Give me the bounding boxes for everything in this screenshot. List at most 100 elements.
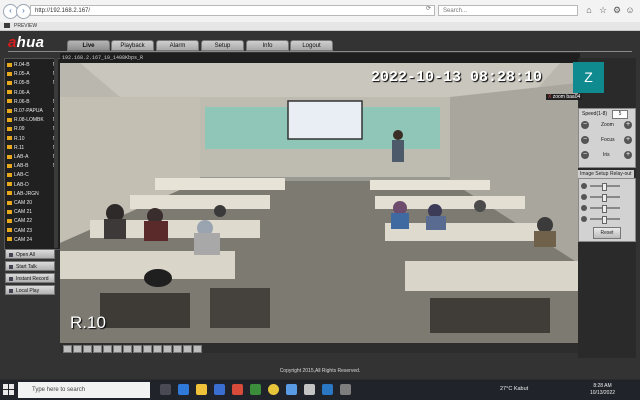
focus-near-icon[interactable]: − <box>581 136 589 144</box>
zoom-in-icon[interactable]: + <box>624 121 632 129</box>
video-tool-icon[interactable] <box>173 345 182 353</box>
tab-info[interactable]: Info <box>246 40 289 51</box>
refresh-icon[interactable]: ⟳ <box>426 5 431 12</box>
camera-list-item[interactable]: LAB-D <box>7 181 59 190</box>
mail-icon[interactable] <box>214 384 225 395</box>
forward-icon[interactable]: › <box>16 4 31 19</box>
tab-image-setup[interactable]: Image Setup <box>580 170 608 178</box>
speed-select[interactable]: 5 <box>612 110 628 119</box>
windows-start-icon[interactable] <box>3 384 14 395</box>
video-tool-icon[interactable] <box>63 345 72 353</box>
zoom-close-icon[interactable]: X <box>548 94 551 100</box>
camera-list-item[interactable]: R.05-BM <box>7 79 59 88</box>
camera-list-item[interactable]: LAB-BM <box>7 162 59 171</box>
start-talk-button[interactable]: Start Talk <box>5 261 55 271</box>
hue-slider[interactable] <box>590 216 620 224</box>
camera-list-item[interactable]: R.07-PAPUAM <box>7 107 59 116</box>
weather-widget[interactable]: 27°C Kabut <box>500 386 528 392</box>
camera-list-item[interactable]: R.06-BM <box>7 98 59 107</box>
video-tool-icon[interactable] <box>133 345 142 353</box>
focus-far-icon[interactable]: + <box>624 136 632 144</box>
zoom-avatar-tile[interactable]: Z <box>573 62 604 93</box>
camera-list-item[interactable]: R.10M <box>7 135 59 144</box>
slider-knob[interactable] <box>602 205 608 213</box>
tab-strip <box>0 22 640 31</box>
home-icon[interactable]: ⌂ <box>583 3 595 17</box>
office-icon[interactable] <box>232 384 243 395</box>
edge-icon[interactable] <box>178 384 189 395</box>
video-stream-info: 192.168.2.167_10_1408Kbps_R <box>60 53 580 63</box>
video-tool-icon[interactable] <box>163 345 172 353</box>
camera-list-item[interactable]: R.04-BM <box>7 61 59 70</box>
camera-name: R.11 <box>14 144 25 151</box>
zoom-out-icon[interactable]: − <box>581 121 589 129</box>
iris-open-icon[interactable]: + <box>624 151 632 159</box>
tab-alarm[interactable]: Alarm <box>156 40 199 51</box>
focus-label: Focus <box>601 137 615 143</box>
camera-name: R.10 <box>14 135 25 142</box>
camera-icon <box>7 99 12 104</box>
camera-list-item[interactable]: CAM 24 <box>7 236 59 245</box>
camera-list-item[interactable]: R.09M <box>7 125 59 134</box>
tab-live[interactable]: Live <box>67 40 110 51</box>
camera-list-item[interactable]: R.05-AM <box>7 70 59 79</box>
internet-explorer-icon[interactable] <box>286 384 297 395</box>
video-tool-icon[interactable] <box>93 345 102 353</box>
video-tool-icon[interactable] <box>123 345 132 353</box>
address-bar[interactable]: http://192.168.2.167/ <box>30 5 435 16</box>
settings-gear-icon[interactable]: ⚙ <box>611 3 623 17</box>
contrast-slider[interactable] <box>590 194 620 202</box>
camera-list-item[interactable]: CAM 23 <box>7 227 59 236</box>
video-tool-icon[interactable] <box>113 345 122 353</box>
camera-list-item[interactable]: CAM 20 <box>7 199 59 208</box>
camera-name: R.06-A <box>14 89 30 96</box>
instant-record-button[interactable]: Instant Record <box>5 273 55 283</box>
video-tool-icon[interactable] <box>103 345 112 353</box>
file-explorer-icon[interactable] <box>196 384 207 395</box>
camera-icon <box>7 228 12 233</box>
camera-list-scrollbar[interactable] <box>54 58 58 248</box>
browser-search-input[interactable]: Search... <box>438 5 578 16</box>
tab-logout[interactable]: Logout <box>290 40 333 51</box>
video-tool-icon[interactable] <box>153 345 162 353</box>
brightness-slider[interactable] <box>590 183 620 191</box>
app-icon[interactable] <box>304 384 315 395</box>
camera-list-item[interactable]: R.11M <box>7 144 59 153</box>
app-icon[interactable] <box>250 384 261 395</box>
video-tool-icon[interactable] <box>73 345 82 353</box>
live-video-view[interactable]: 2022-10-13 08:28:10 R.10 <box>60 63 578 343</box>
chrome-icon[interactable] <box>268 384 279 395</box>
iris-close-icon[interactable]: − <box>581 151 589 159</box>
favorites-icon[interactable]: ☆ <box>597 3 609 17</box>
camera-list-item[interactable]: R.06-A <box>7 89 59 98</box>
local-play-button[interactable]: Local Play <box>5 285 55 295</box>
app-icon[interactable] <box>322 384 333 395</box>
camera-list-item[interactable]: LAB-JRGN <box>7 190 59 199</box>
camera-list-item[interactable]: R.08-LOMBKM <box>7 116 59 125</box>
video-tool-icon[interactable] <box>193 345 202 353</box>
tab-relay-out[interactable]: Relay-out <box>610 170 631 178</box>
camera-list-item[interactable]: LAB-C <box>7 171 59 180</box>
reset-button[interactable]: Reset <box>593 227 621 239</box>
camera-icon <box>7 145 12 150</box>
clock-date: 10/13/2022 <box>590 390 616 396</box>
tab-setup[interactable]: Setup <box>201 40 244 51</box>
slider-knob[interactable] <box>602 194 608 202</box>
taskbar-search-input[interactable]: Type here to search <box>18 382 150 398</box>
app-icon[interactable] <box>340 384 351 395</box>
camera-list-item[interactable]: CAM 22 <box>7 217 59 226</box>
camera-list-item[interactable]: LAB-AM <box>7 153 59 162</box>
task-view-icon[interactable] <box>160 384 171 395</box>
video-tool-icon[interactable] <box>143 345 152 353</box>
slider-knob[interactable] <box>602 216 608 224</box>
saturation-slider[interactable] <box>590 205 620 213</box>
camera-list-item[interactable]: CAM 21 <box>7 208 59 217</box>
open-all-button[interactable]: Open All <box>5 249 55 259</box>
tab-playback[interactable]: Playback <box>111 40 154 51</box>
video-tool-icon[interactable] <box>183 345 192 353</box>
taskbar-clock[interactable]: 8:28 AM 10/13/2022 <box>590 383 615 397</box>
feedback-icon[interactable]: ☺ <box>624 3 636 17</box>
browser-tab-preview[interactable]: PREVIEW <box>4 22 37 30</box>
video-tool-icon[interactable] <box>83 345 92 353</box>
slider-knob[interactable] <box>602 183 608 191</box>
